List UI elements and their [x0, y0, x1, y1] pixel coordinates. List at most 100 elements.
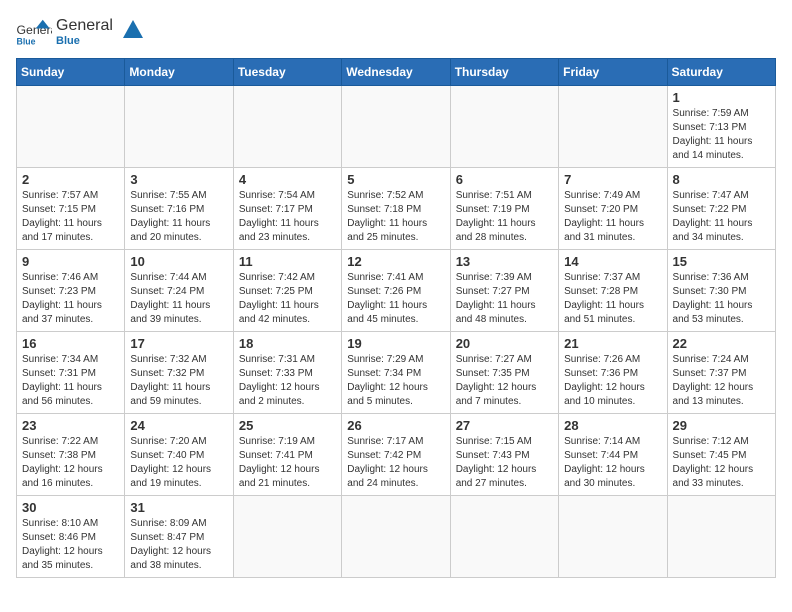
calendar-cell [125, 86, 233, 168]
calendar-cell: 31 Sunrise: 8:09 AM Sunset: 8:47 PM Dayli… [125, 496, 233, 578]
day-number: 4 [239, 172, 336, 187]
page-header: General Blue General Blue [16, 16, 776, 48]
day-info: Sunrise: 7:47 AM Sunset: 7:22 PM Dayligh… [673, 189, 770, 245]
calendar-cell: 21 Sunrise: 7:26 AM Sunset: 7:36 PM Dayli… [559, 332, 667, 414]
calendar-cell: 8 Sunrise: 7:47 AM Sunset: 7:22 PM Daylig… [667, 168, 775, 250]
day-info: Sunrise: 7:12 AM Sunset: 7:45 PM Dayligh… [673, 435, 770, 491]
calendar-cell: 28 Sunrise: 7:14 AM Sunset: 7:44 PM Dayli… [559, 414, 667, 496]
day-number: 16 [22, 336, 119, 351]
day-info: Sunrise: 7:31 AM Sunset: 7:33 PM Dayligh… [239, 353, 336, 409]
calendar-cell [17, 86, 125, 168]
calendar-cell [342, 496, 450, 578]
day-number: 20 [456, 336, 553, 351]
day-number: 29 [673, 418, 770, 433]
day-number: 2 [22, 172, 119, 187]
calendar-cell [450, 86, 558, 168]
day-info: Sunrise: 7:24 AM Sunset: 7:37 PM Dayligh… [673, 353, 770, 409]
day-number: 24 [130, 418, 227, 433]
day-info: Sunrise: 7:57 AM Sunset: 7:15 PM Dayligh… [22, 189, 119, 245]
day-number: 28 [564, 418, 661, 433]
day-number: 9 [22, 254, 119, 269]
logo-icon: General Blue [16, 18, 52, 46]
day-number: 13 [456, 254, 553, 269]
svg-text:Blue: Blue [17, 36, 36, 46]
day-number: 15 [673, 254, 770, 269]
calendar-cell: 1Sunrise: 7:59 AM Sunset: 7:13 PM Daylig… [667, 86, 775, 168]
calendar-cell: 30Sunrise: 8:10 AM Sunset: 8:46 PM Dayli… [17, 496, 125, 578]
day-number: 25 [239, 418, 336, 433]
calendar-week-row: 30Sunrise: 8:10 AM Sunset: 8:46 PM Dayli… [17, 496, 776, 578]
calendar-cell: 22 Sunrise: 7:24 AM Sunset: 7:37 PM Dayli… [667, 332, 775, 414]
weekday-header-saturday: Saturday [667, 59, 775, 86]
calendar-week-row: 16Sunrise: 7:34 AM Sunset: 7:31 PM Dayli… [17, 332, 776, 414]
calendar-cell: 15 Sunrise: 7:36 AM Sunset: 7:30 PM Dayli… [667, 250, 775, 332]
day-info: Sunrise: 7:14 AM Sunset: 7:44 PM Dayligh… [564, 435, 661, 491]
day-info: Sunrise: 7:51 AM Sunset: 7:19 PM Dayligh… [456, 189, 553, 245]
day-number: 19 [347, 336, 444, 351]
calendar-cell: 19 Sunrise: 7:29 AM Sunset: 7:34 PM Dayli… [342, 332, 450, 414]
calendar-cell: 7Sunrise: 7:49 AM Sunset: 7:20 PM Daylig… [559, 168, 667, 250]
day-info: Sunrise: 7:44 AM Sunset: 7:24 PM Dayligh… [130, 271, 227, 327]
calendar-cell: 14Sunrise: 7:37 AM Sunset: 7:28 PM Dayli… [559, 250, 667, 332]
day-number: 27 [456, 418, 553, 433]
day-info: Sunrise: 7:49 AM Sunset: 7:20 PM Dayligh… [564, 189, 661, 245]
calendar-week-row: 2 Sunrise: 7:57 AM Sunset: 7:15 PM Daylig… [17, 168, 776, 250]
day-number: 17 [130, 336, 227, 351]
day-number: 10 [130, 254, 227, 269]
weekday-header-sunday: Sunday [17, 59, 125, 86]
day-number: 31 [130, 500, 227, 515]
day-info: Sunrise: 7:52 AM Sunset: 7:18 PM Dayligh… [347, 189, 444, 245]
calendar-cell: 26 Sunrise: 7:17 AM Sunset: 7:42 PM Dayli… [342, 414, 450, 496]
weekday-header-wednesday: Wednesday [342, 59, 450, 86]
logo-general: General [56, 16, 113, 35]
calendar-cell: 12Sunrise: 7:41 AM Sunset: 7:26 PM Dayli… [342, 250, 450, 332]
day-info: Sunrise: 7:20 AM Sunset: 7:40 PM Dayligh… [130, 435, 227, 491]
day-info: Sunrise: 7:39 AM Sunset: 7:27 PM Dayligh… [456, 271, 553, 327]
day-info: Sunrise: 7:59 AM Sunset: 7:13 PM Dayligh… [673, 107, 770, 163]
calendar-week-row: 23Sunrise: 7:22 AM Sunset: 7:38 PM Dayli… [17, 414, 776, 496]
day-number: 12 [347, 254, 444, 269]
calendar-cell [667, 496, 775, 578]
calendar-cell: 10 Sunrise: 7:44 AM Sunset: 7:24 PM Dayli… [125, 250, 233, 332]
calendar-cell: 11Sunrise: 7:42 AM Sunset: 7:25 PM Dayli… [233, 250, 341, 332]
weekday-header-row: SundayMondayTuesdayWednesdayThursdayFrid… [17, 59, 776, 86]
day-info: Sunrise: 7:36 AM Sunset: 7:30 PM Dayligh… [673, 271, 770, 327]
weekday-header-thursday: Thursday [450, 59, 558, 86]
calendar-cell: 25Sunrise: 7:19 AM Sunset: 7:41 PM Dayli… [233, 414, 341, 496]
day-info: Sunrise: 7:27 AM Sunset: 7:35 PM Dayligh… [456, 353, 553, 409]
calendar-cell: 2 Sunrise: 7:57 AM Sunset: 7:15 PM Daylig… [17, 168, 125, 250]
calendar-cell: 3 Sunrise: 7:55 AM Sunset: 7:16 PM Daylig… [125, 168, 233, 250]
calendar-cell: 20 Sunrise: 7:27 AM Sunset: 7:35 PM Dayli… [450, 332, 558, 414]
day-info: Sunrise: 7:46 AM Sunset: 7:23 PM Dayligh… [22, 271, 119, 327]
day-info: Sunrise: 7:37 AM Sunset: 7:28 PM Dayligh… [564, 271, 661, 327]
calendar-cell: 24 Sunrise: 7:20 AM Sunset: 7:40 PM Dayli… [125, 414, 233, 496]
day-number: 6 [456, 172, 553, 187]
weekday-header-monday: Monday [125, 59, 233, 86]
calendar-week-row: 9 Sunrise: 7:46 AM Sunset: 7:23 PM Daylig… [17, 250, 776, 332]
day-info: Sunrise: 7:55 AM Sunset: 7:16 PM Dayligh… [130, 189, 227, 245]
day-number: 3 [130, 172, 227, 187]
day-number: 22 [673, 336, 770, 351]
calendar-cell: 17Sunrise: 7:32 AM Sunset: 7:32 PM Dayli… [125, 332, 233, 414]
day-number: 26 [347, 418, 444, 433]
day-number: 8 [673, 172, 770, 187]
day-info: Sunrise: 7:17 AM Sunset: 7:42 PM Dayligh… [347, 435, 444, 491]
weekday-header-tuesday: Tuesday [233, 59, 341, 86]
weekday-header-friday: Friday [559, 59, 667, 86]
day-info: Sunrise: 8:09 AM Sunset: 8:47 PM Dayligh… [130, 517, 227, 573]
logo-triangle-icon [119, 14, 147, 42]
calendar-cell [233, 496, 341, 578]
day-number: 23 [22, 418, 119, 433]
calendar-cell [559, 496, 667, 578]
calendar-cell [342, 86, 450, 168]
calendar-cell: 13 Sunrise: 7:39 AM Sunset: 7:27 PM Dayli… [450, 250, 558, 332]
day-info: Sunrise: 7:15 AM Sunset: 7:43 PM Dayligh… [456, 435, 553, 491]
day-info: Sunrise: 7:29 AM Sunset: 7:34 PM Dayligh… [347, 353, 444, 409]
logo: General Blue General Blue [16, 16, 147, 48]
calendar-table: SundayMondayTuesdayWednesdayThursdayFrid… [16, 58, 776, 578]
day-number: 21 [564, 336, 661, 351]
calendar-cell [450, 496, 558, 578]
calendar-cell [559, 86, 667, 168]
day-info: Sunrise: 7:26 AM Sunset: 7:36 PM Dayligh… [564, 353, 661, 409]
calendar-cell [233, 86, 341, 168]
